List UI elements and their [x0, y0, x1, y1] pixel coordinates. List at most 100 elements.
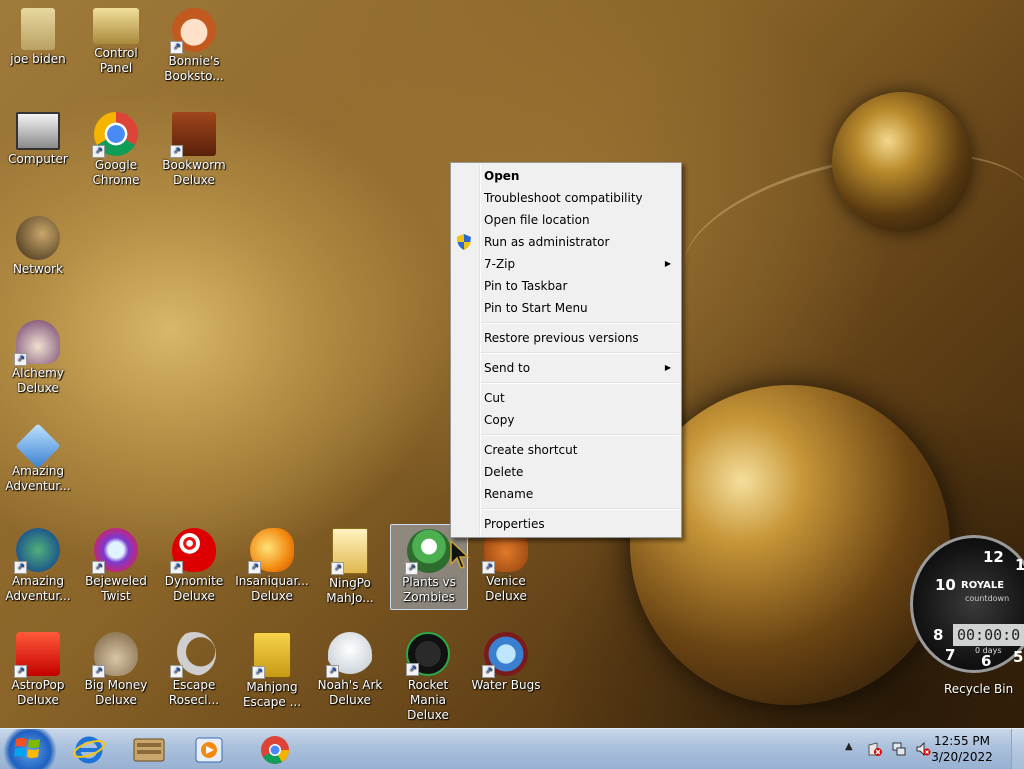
- shortcut-arrow-icon: ↗: [405, 562, 418, 575]
- chrome-icon: ↗: [92, 112, 138, 158]
- desktop-icon-control-panel[interactable]: Control Panel: [78, 4, 154, 76]
- clock-numeral: 10: [935, 576, 956, 594]
- desktop-icon-amazing-adventures-2[interactable]: ↗ Amazing Adventur...: [0, 524, 76, 604]
- recycle-bin-label[interactable]: Recycle Bin: [944, 682, 1013, 696]
- menu-item-label: Delete: [484, 465, 524, 479]
- desktop-icon-amazing-adventures[interactable]: Amazing Adventur...: [0, 420, 76, 494]
- icon-label: Venice Deluxe: [485, 574, 527, 603]
- icon-label: Bonnie's Booksto...: [164, 54, 224, 83]
- icon-label: joe biden: [10, 52, 66, 66]
- menu-item-open[interactable]: Open: [451, 165, 681, 187]
- desktop-icon-mahjong-escape[interactable]: ↗ Mahjong Escape ...: [234, 628, 310, 710]
- desktop-icon-bejeweled[interactable]: ↗ Bejeweled Twist: [78, 524, 154, 604]
- desktop-icon-rocket-mania[interactable]: ↗ Rocket Mania Deluxe: [390, 628, 466, 723]
- action-center-icon[interactable]: [867, 741, 883, 757]
- network-tray-icon[interactable]: [891, 741, 907, 757]
- shortcut-arrow-icon: ↗: [170, 145, 183, 158]
- menu-item-label: 7-Zip: [484, 257, 516, 271]
- menu-item-properties[interactable]: Properties: [451, 513, 681, 535]
- icon-label: Google Chrome: [92, 158, 140, 187]
- clock-numeral: 8: [933, 626, 944, 644]
- menu-item-send-to[interactable]: Send to ▶: [451, 357, 681, 379]
- mouse-cursor-icon: [450, 540, 470, 569]
- icon-label: Escape Rosecl...: [168, 678, 220, 707]
- desktop-icon-computer[interactable]: Computer: [0, 108, 76, 167]
- shortcut-arrow-icon: ↗: [14, 561, 27, 574]
- ningpo-icon: ↗: [331, 528, 368, 575]
- bookworm-icon: ↗: [170, 112, 216, 158]
- taskbar-google-chrome[interactable]: [250, 732, 300, 766]
- escape-rosecliff-icon: ↗: [170, 632, 216, 678]
- menu-item-restore-previous-versions[interactable]: Restore previous versions: [451, 327, 681, 349]
- shortcut-arrow-icon: ↗: [482, 561, 495, 574]
- desktop-icon-ningpo[interactable]: ↗ NingPo MahJo...: [312, 524, 388, 606]
- desktop[interactable]: joe biden Computer Network ↗ Alchemy Del…: [0, 0, 1024, 728]
- network-icon: [16, 216, 60, 260]
- taskbar-libraries[interactable]: [124, 732, 174, 766]
- taskbar-internet-explorer[interactable]: [64, 732, 114, 766]
- menu-item-create-shortcut[interactable]: Create shortcut: [451, 439, 681, 461]
- astropop-icon: ↗: [14, 632, 60, 678]
- icon-label: Noah's Ark Deluxe: [317, 678, 383, 707]
- menu-item-open-file-location[interactable]: Open file location: [451, 209, 681, 231]
- insaniquarium-icon: ↗: [248, 528, 294, 574]
- shortcut-arrow-icon: ↗: [92, 561, 105, 574]
- desktop-icon-bookworm[interactable]: ↗ Bookworm Deluxe: [156, 108, 232, 188]
- library-icon: [133, 738, 165, 762]
- desktop-icon-noahs-ark[interactable]: ↗ Noah's Ark Deluxe: [312, 628, 388, 708]
- icon-label: Bejeweled Twist: [85, 574, 147, 603]
- taskbar-media-player[interactable]: [184, 732, 234, 766]
- shortcut-arrow-icon: ↗: [331, 562, 344, 575]
- desktop-icon-network[interactable]: Network: [0, 212, 76, 277]
- desktop-icon-escape-rosecliff[interactable]: ↗ Escape Rosecl...: [156, 628, 232, 708]
- show-hidden-icons-button[interactable]: ▲: [845, 741, 853, 752]
- internet-explorer-icon: [72, 736, 106, 764]
- menu-item-7zip[interactable]: 7-Zip ▶: [451, 253, 681, 275]
- menu-item-copy[interactable]: Copy: [451, 409, 681, 431]
- menu-item-delete[interactable]: Delete: [451, 461, 681, 483]
- desktop-icon-google-chrome[interactable]: ↗ Google Chrome: [78, 108, 154, 188]
- media-player-icon: [195, 737, 223, 763]
- clock-numeral: 7: [945, 646, 956, 664]
- desktop-icon-water-bugs[interactable]: ↗ Water Bugs: [468, 628, 544, 693]
- menu-item-pin-to-taskbar[interactable]: Pin to Taskbar: [451, 275, 681, 297]
- menu-item-run-as-administrator[interactable]: Run as administrator: [451, 231, 681, 253]
- taskbar-clock[interactable]: 12:55 PM 3/20/2022: [920, 733, 1004, 765]
- icon-label: Big Money Deluxe: [84, 678, 148, 707]
- chrome-icon: [261, 736, 289, 764]
- menu-item-label: Copy: [484, 413, 515, 427]
- computer-icon: [16, 112, 60, 150]
- icon-label: Dynomite Deluxe: [164, 574, 224, 603]
- submenu-arrow-icon: ▶: [664, 259, 671, 268]
- desktop-icon-bonnies-bookstore[interactable]: ↗ Bonnie's Booksto...: [156, 4, 232, 84]
- menu-item-label: Pin to Taskbar: [484, 279, 568, 293]
- menu-item-rename[interactable]: Rename: [451, 483, 681, 505]
- desktop-icon-dynomite[interactable]: ↗ Dynomite Deluxe: [156, 524, 232, 604]
- icon-label: Water Bugs: [471, 678, 541, 692]
- icon-label: Alchemy Deluxe: [12, 366, 64, 395]
- countdown-time: 00:00:0: [953, 624, 1024, 646]
- icon-label: Bookworm Deluxe: [162, 158, 226, 187]
- menu-item-pin-to-start-menu[interactable]: Pin to Start Menu: [451, 297, 681, 319]
- desktop-icon-user-folder[interactable]: joe biden: [0, 4, 76, 67]
- bonnies-bookstore-icon: ↗: [170, 8, 216, 54]
- desktop-icon-insaniquarium[interactable]: ↗ Insaniquar... Deluxe: [234, 524, 310, 604]
- shortcut-arrow-icon: ↗: [92, 665, 105, 678]
- start-button[interactable]: [0, 729, 58, 769]
- menu-item-troubleshoot-compatibility[interactable]: Troubleshoot compatibility: [451, 187, 681, 209]
- icon-label: AstroPop Deluxe: [11, 678, 65, 707]
- desktop-icon-big-money[interactable]: ↗ Big Money Deluxe: [78, 628, 154, 708]
- plants-vs-zombies-icon: ↗: [405, 529, 451, 575]
- control-panel-icon: [93, 8, 139, 44]
- user-folder-icon: [21, 8, 55, 50]
- menu-item-label: Restore previous versions: [484, 331, 639, 345]
- show-desktop-button[interactable]: [1011, 729, 1024, 769]
- desktop-icon-alchemy[interactable]: ↗ Alchemy Deluxe: [0, 316, 76, 396]
- royale-countdown-gadget[interactable]: 12 1 10 8 7 6 5 ROYALE countdown 00:00:0…: [910, 535, 1024, 673]
- menu-separator: [481, 434, 679, 436]
- dynomite-icon: ↗: [170, 528, 216, 574]
- desktop-icon-astropop[interactable]: ↗ AstroPop Deluxe: [0, 628, 76, 708]
- clock-time: 12:55 PM: [934, 734, 990, 748]
- gadget-brand: ROYALE: [961, 580, 1005, 591]
- menu-item-cut[interactable]: Cut: [451, 387, 681, 409]
